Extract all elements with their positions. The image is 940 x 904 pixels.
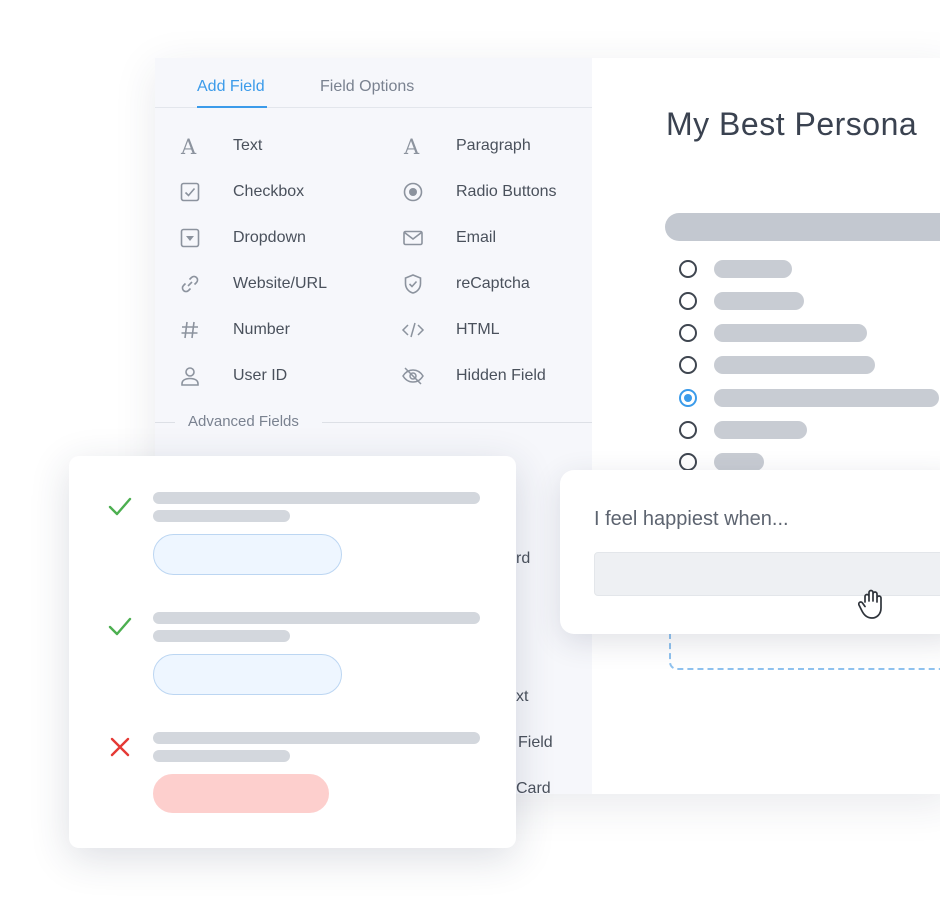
- text-icon: A: [177, 133, 203, 159]
- tab-field-options[interactable]: Field Options: [320, 78, 414, 96]
- option-text-placeholder: [714, 421, 807, 439]
- radio-button[interactable]: [679, 453, 697, 471]
- radio-option[interactable]: [679, 259, 940, 279]
- radio-option-selected[interactable]: [679, 388, 940, 408]
- svg-text:A: A: [180, 135, 197, 157]
- dropdown-icon: [177, 225, 203, 251]
- text-question-card: I feel happiest when...: [560, 470, 940, 634]
- partial-field-label: rd: [516, 550, 531, 567]
- field-type-label: Text: [233, 137, 263, 154]
- field-type-hidden-field[interactable]: Hidden Field: [400, 361, 600, 391]
- radio-option[interactable]: [679, 420, 940, 440]
- field-type-website-url[interactable]: Website/URL: [177, 269, 377, 299]
- validation-row-valid: [69, 576, 516, 695]
- field-type-html[interactable]: HTML: [400, 315, 600, 345]
- answer-input[interactable]: [594, 552, 940, 596]
- field-type-email[interactable]: Email: [400, 223, 600, 253]
- field-type-radio-buttons[interactable]: Radio Buttons: [400, 177, 600, 207]
- radio-option[interactable]: [679, 452, 940, 472]
- field-type-checkbox[interactable]: Checkbox: [177, 177, 377, 207]
- builder-tabs: Add Field Field Options: [155, 58, 592, 108]
- radio-option[interactable]: [679, 355, 940, 375]
- question-label: I feel happiest when...: [594, 508, 789, 530]
- field-type-label: Radio Buttons: [456, 183, 557, 200]
- field-type-dropdown[interactable]: Dropdown: [177, 223, 377, 253]
- validation-row-invalid: [69, 696, 516, 813]
- divider-line: [322, 422, 592, 423]
- radio-option[interactable]: [679, 291, 940, 311]
- email-icon: [400, 225, 426, 251]
- user-icon: [177, 363, 203, 389]
- form-preview: My Best Persona: [592, 58, 940, 794]
- radio-button[interactable]: [679, 421, 697, 439]
- question-placeholder: [665, 213, 940, 241]
- field-type-number[interactable]: Number: [177, 315, 377, 345]
- hash-icon: [177, 317, 203, 343]
- option-text-placeholder: [714, 292, 804, 310]
- link-icon: [177, 271, 203, 297]
- field-type-label: User ID: [233, 367, 288, 384]
- text-placeholder-line: [153, 630, 290, 642]
- option-text-placeholder: [714, 324, 867, 342]
- validation-row-valid: [69, 456, 516, 575]
- shield-check-icon: [400, 271, 426, 297]
- field-type-label: Website/URL: [233, 275, 327, 292]
- radio-icon: [400, 179, 426, 205]
- text-placeholder-line: [153, 612, 480, 624]
- check-icon: [108, 617, 132, 636]
- cross-icon: [110, 737, 130, 757]
- hand-cursor-icon: [858, 589, 882, 619]
- text-placeholder-line: [153, 492, 480, 504]
- active-tab-indicator: [197, 106, 267, 108]
- field-type-paragraph[interactable]: A Paragraph: [400, 131, 600, 161]
- code-icon: [400, 317, 426, 343]
- svg-text:A: A: [403, 135, 420, 157]
- advanced-fields-heading: Advanced Fields: [188, 413, 299, 430]
- radio-option[interactable]: [679, 323, 940, 343]
- partial-field-label: Card: [516, 780, 551, 794]
- field-type-label: Email: [456, 229, 497, 246]
- paragraph-icon: A: [400, 133, 426, 159]
- valid-input-field[interactable]: [153, 534, 342, 575]
- checkbox-icon: [177, 179, 203, 205]
- text-placeholder-line: [153, 750, 290, 762]
- field-type-label: Paragraph: [456, 137, 531, 154]
- check-icon: [108, 497, 132, 516]
- option-text-placeholder: [714, 260, 792, 278]
- radio-button[interactable]: [679, 324, 697, 342]
- option-text-placeholder: [714, 356, 875, 374]
- field-type-label: Hidden Field: [456, 367, 546, 384]
- text-placeholder-line: [153, 732, 480, 744]
- field-type-text[interactable]: A Text: [177, 131, 377, 161]
- radio-button[interactable]: [679, 260, 697, 278]
- valid-input-field[interactable]: [153, 654, 342, 695]
- field-type-user-id[interactable]: User ID: [177, 361, 377, 391]
- tab-add-field[interactable]: Add Field: [197, 78, 265, 96]
- field-type-label: HTML: [456, 321, 500, 338]
- field-type-recaptcha[interactable]: reCaptcha: [400, 269, 600, 299]
- option-text-placeholder: [714, 453, 764, 471]
- partial-field-label: Field: [518, 734, 553, 751]
- radio-button[interactable]: [679, 356, 697, 374]
- form-title: My Best Persona: [666, 106, 918, 142]
- field-type-label: Dropdown: [233, 229, 306, 246]
- field-type-label: Checkbox: [233, 183, 305, 200]
- eye-off-icon: [400, 363, 426, 389]
- partial-field-label: xt: [516, 688, 529, 705]
- option-text-placeholder: [714, 389, 939, 407]
- radio-button[interactable]: [679, 292, 697, 310]
- field-type-label: Number: [233, 321, 290, 338]
- field-type-label: reCaptcha: [456, 275, 530, 292]
- advanced-fields-divider: Advanced Fields: [155, 412, 592, 432]
- radio-button-selected[interactable]: [679, 389, 697, 407]
- divider-line: [155, 422, 175, 423]
- text-placeholder-line: [153, 510, 290, 522]
- validation-card: [69, 456, 516, 848]
- invalid-input-field[interactable]: [153, 774, 329, 813]
